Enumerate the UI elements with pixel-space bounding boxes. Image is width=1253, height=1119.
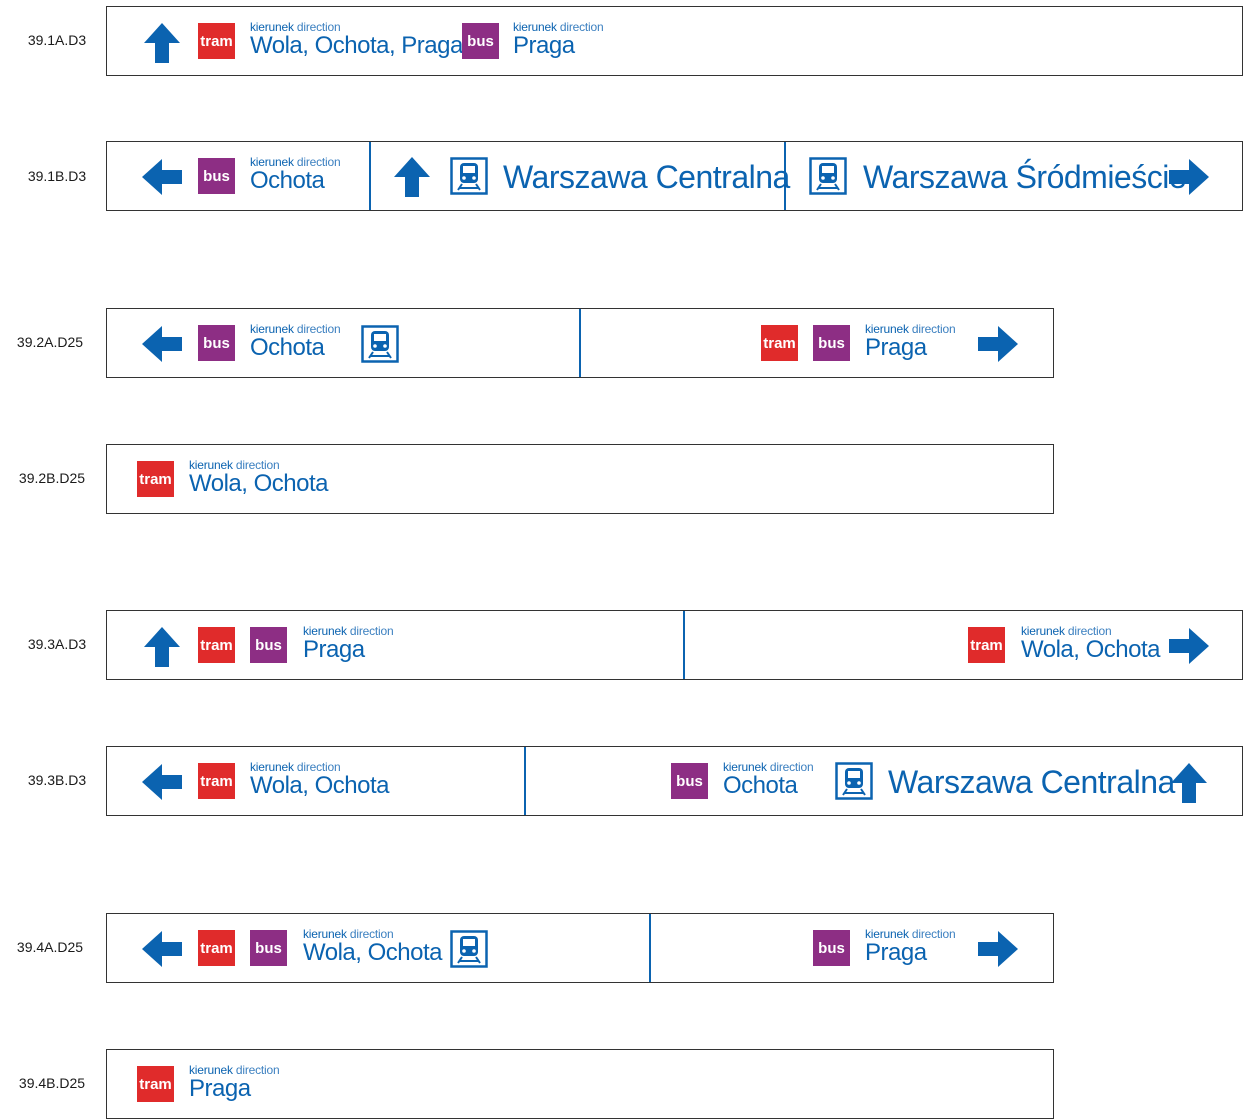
arrow-up-icon — [394, 157, 430, 197]
sign-divider — [524, 747, 526, 815]
sign-divider — [579, 309, 581, 377]
bus-badge: bus — [671, 763, 708, 799]
bus-badge: bus — [250, 930, 287, 966]
arrow-right-icon — [978, 326, 1018, 362]
direction-label: kierunek direction Praga — [189, 1063, 280, 1102]
sign-39-3b: tram kierunek direction Wola, Ochota bus… — [106, 746, 1243, 816]
arrow-left-icon — [142, 326, 182, 362]
arrow-left-icon — [142, 764, 182, 800]
direction-label: kierunek direction Wola, Ochota — [250, 760, 389, 799]
sign-39-2a: bus kierunek direction Ochota tram bus k… — [106, 308, 1054, 378]
tram-badge: tram — [198, 763, 235, 799]
train-icon — [450, 930, 488, 968]
train-icon — [835, 762, 873, 800]
sign-divider — [683, 611, 685, 679]
bus-badge: bus — [462, 23, 499, 59]
tram-badge: tram — [761, 325, 798, 361]
sign-code: 39.4A.D25 — [16, 939, 84, 955]
direction-label: kierunek direction Ochota — [250, 155, 341, 194]
sign-code: 39.2B.D25 — [18, 470, 86, 486]
bus-badge: bus — [250, 627, 287, 663]
bus-badge: bus — [813, 325, 850, 361]
train-icon — [809, 157, 847, 195]
arrow-right-icon — [1169, 159, 1209, 195]
sign-code: 39.1B.D3 — [27, 168, 87, 184]
sign-code: 39.3B.D3 — [27, 772, 87, 788]
sign-code: 39.4B.D25 — [18, 1075, 86, 1091]
sign-39-2b: tram kierunek direction Wola, Ochota — [106, 444, 1054, 514]
tram-badge: tram — [198, 23, 235, 59]
direction-label: kierunek direction Wola, Ochota — [303, 927, 442, 966]
sign-divider — [369, 142, 371, 210]
direction-label: kierunek direction Wola, Ochota, Praga — [250, 20, 463, 59]
destination-title: Warszawa Centralna — [888, 764, 1175, 800]
arrow-left-icon — [142, 159, 182, 195]
sign-code: 39.2A.D25 — [16, 334, 84, 350]
destination-title: Warszawa Śródmieście — [863, 159, 1187, 195]
sign-39-1a: tram kierunek direction Wola, Ochota, Pr… — [106, 6, 1243, 76]
destination-title: Warszawa Centralna — [503, 159, 790, 195]
direction-label: kierunek direction Ochota — [250, 322, 341, 361]
sign-39-4a: tram bus kierunek direction Wola, Ochota… — [106, 913, 1054, 983]
bus-badge: bus — [198, 158, 235, 194]
train-icon — [361, 325, 399, 363]
bus-badge: bus — [198, 325, 235, 361]
tram-badge: tram — [968, 627, 1005, 663]
direction-label: kierunek direction Wola, Ochota — [1021, 624, 1160, 663]
arrow-right-icon — [1169, 628, 1209, 664]
train-icon — [450, 157, 488, 195]
sign-39-3a: tram bus kierunek direction Praga tram k… — [106, 610, 1243, 680]
sign-39-1b: bus kierunek direction Ochota Warszawa C… — [106, 141, 1243, 211]
sign-divider — [649, 914, 651, 982]
direction-label: kierunek direction Wola, Ochota — [189, 458, 328, 497]
direction-label: kierunek direction Praga — [865, 322, 956, 361]
arrow-right-icon — [978, 931, 1018, 967]
tram-badge: tram — [198, 627, 235, 663]
direction-label: kierunek direction Ochota — [723, 760, 814, 799]
tram-badge: tram — [137, 1066, 174, 1102]
tram-badge: tram — [198, 930, 235, 966]
direction-label: kierunek direction Praga — [303, 624, 394, 663]
arrow-up-icon — [1171, 763, 1207, 803]
bus-badge: bus — [813, 930, 850, 966]
arrow-up-icon — [144, 627, 180, 667]
sign-code: 39.3A.D3 — [27, 636, 87, 652]
sign-code: 39.1A.D3 — [27, 32, 87, 48]
direction-label: kierunek direction Praga — [513, 20, 604, 59]
tram-badge: tram — [137, 461, 174, 497]
direction-label: kierunek direction Praga — [865, 927, 956, 966]
arrow-up-icon — [144, 23, 180, 63]
arrow-left-icon — [142, 931, 182, 967]
sign-divider — [784, 142, 786, 210]
sign-39-4b: tram kierunek direction Praga — [106, 1049, 1054, 1119]
